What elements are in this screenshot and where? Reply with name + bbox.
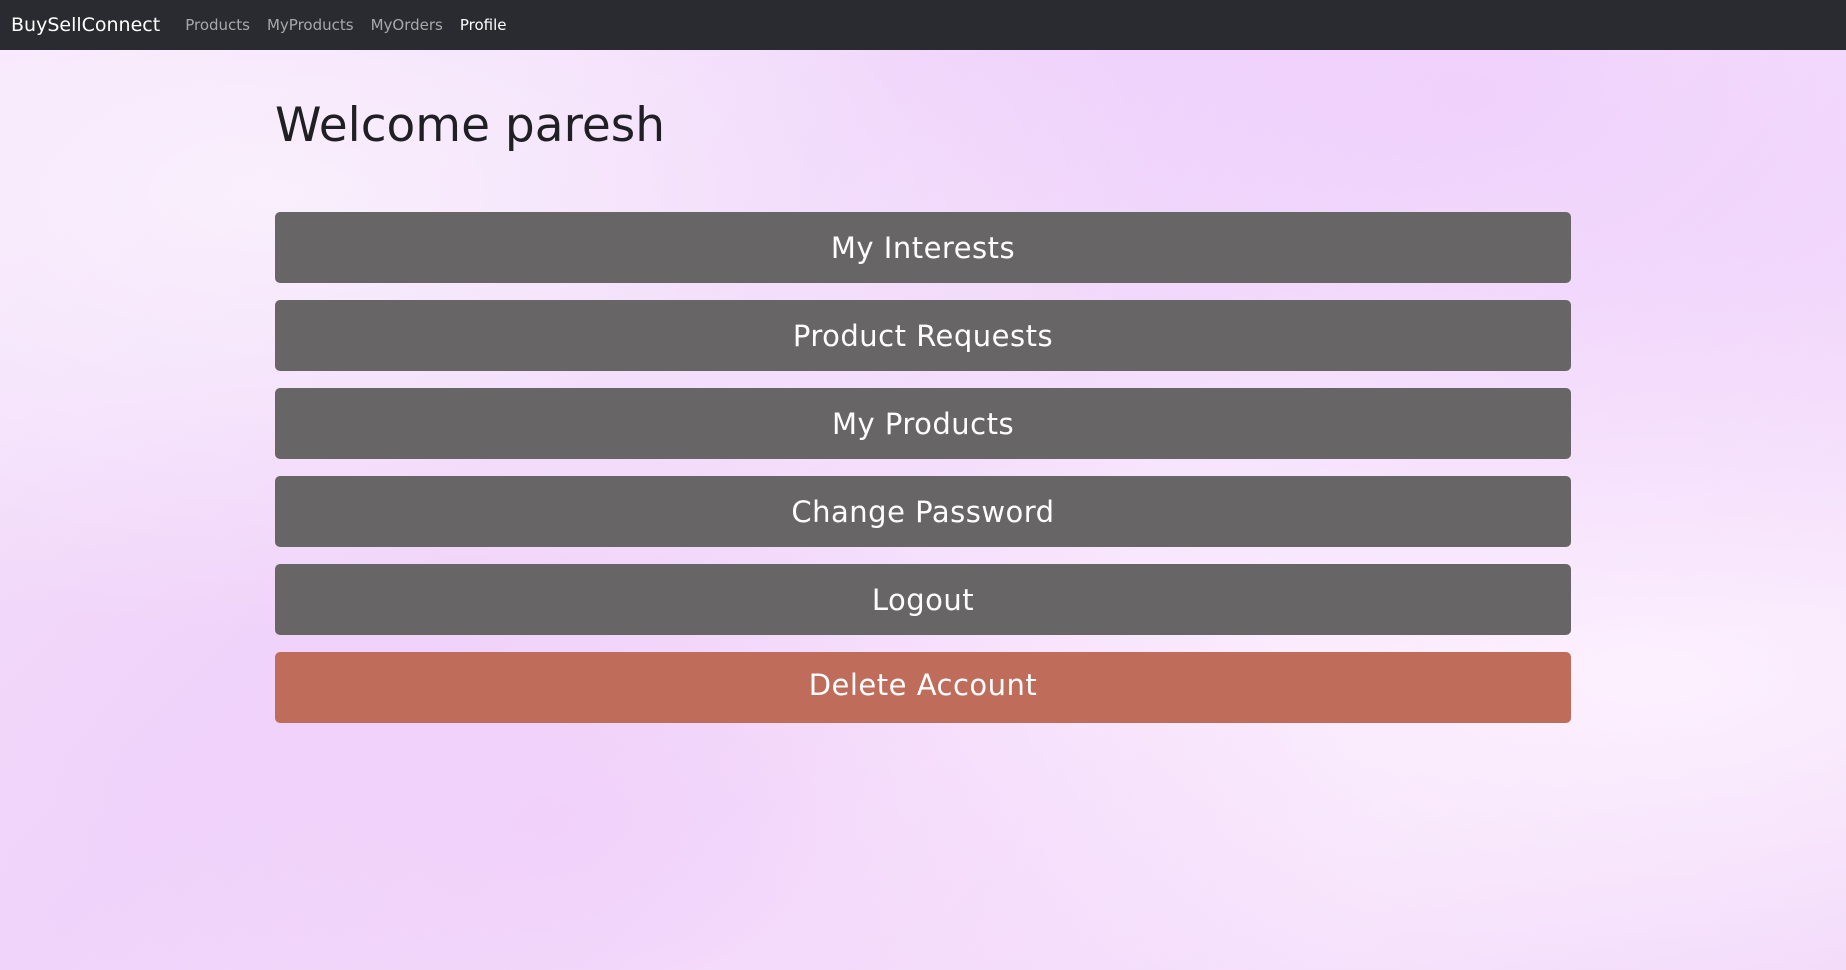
delete-account-button[interactable]: Delete Account bbox=[275, 652, 1571, 723]
navbar: BuySellConnect Products MyProducts MyOrd… bbox=[0, 0, 1846, 50]
change-password-button[interactable]: Change Password bbox=[275, 476, 1571, 547]
nav-link-myproducts[interactable]: MyProducts bbox=[267, 16, 354, 34]
nav-link-myorders[interactable]: MyOrders bbox=[371, 16, 443, 34]
nav-link-profile[interactable]: Profile bbox=[460, 16, 507, 34]
my-interests-button[interactable]: My Interests bbox=[275, 212, 1571, 283]
my-products-button[interactable]: My Products bbox=[275, 388, 1571, 459]
logout-button[interactable]: Logout bbox=[275, 564, 1571, 635]
nav-link-products[interactable]: Products bbox=[185, 16, 250, 34]
brand-link[interactable]: BuySellConnect bbox=[11, 14, 160, 36]
product-requests-button[interactable]: Product Requests bbox=[275, 300, 1571, 371]
page-title: Welcome paresh bbox=[275, 98, 666, 153]
